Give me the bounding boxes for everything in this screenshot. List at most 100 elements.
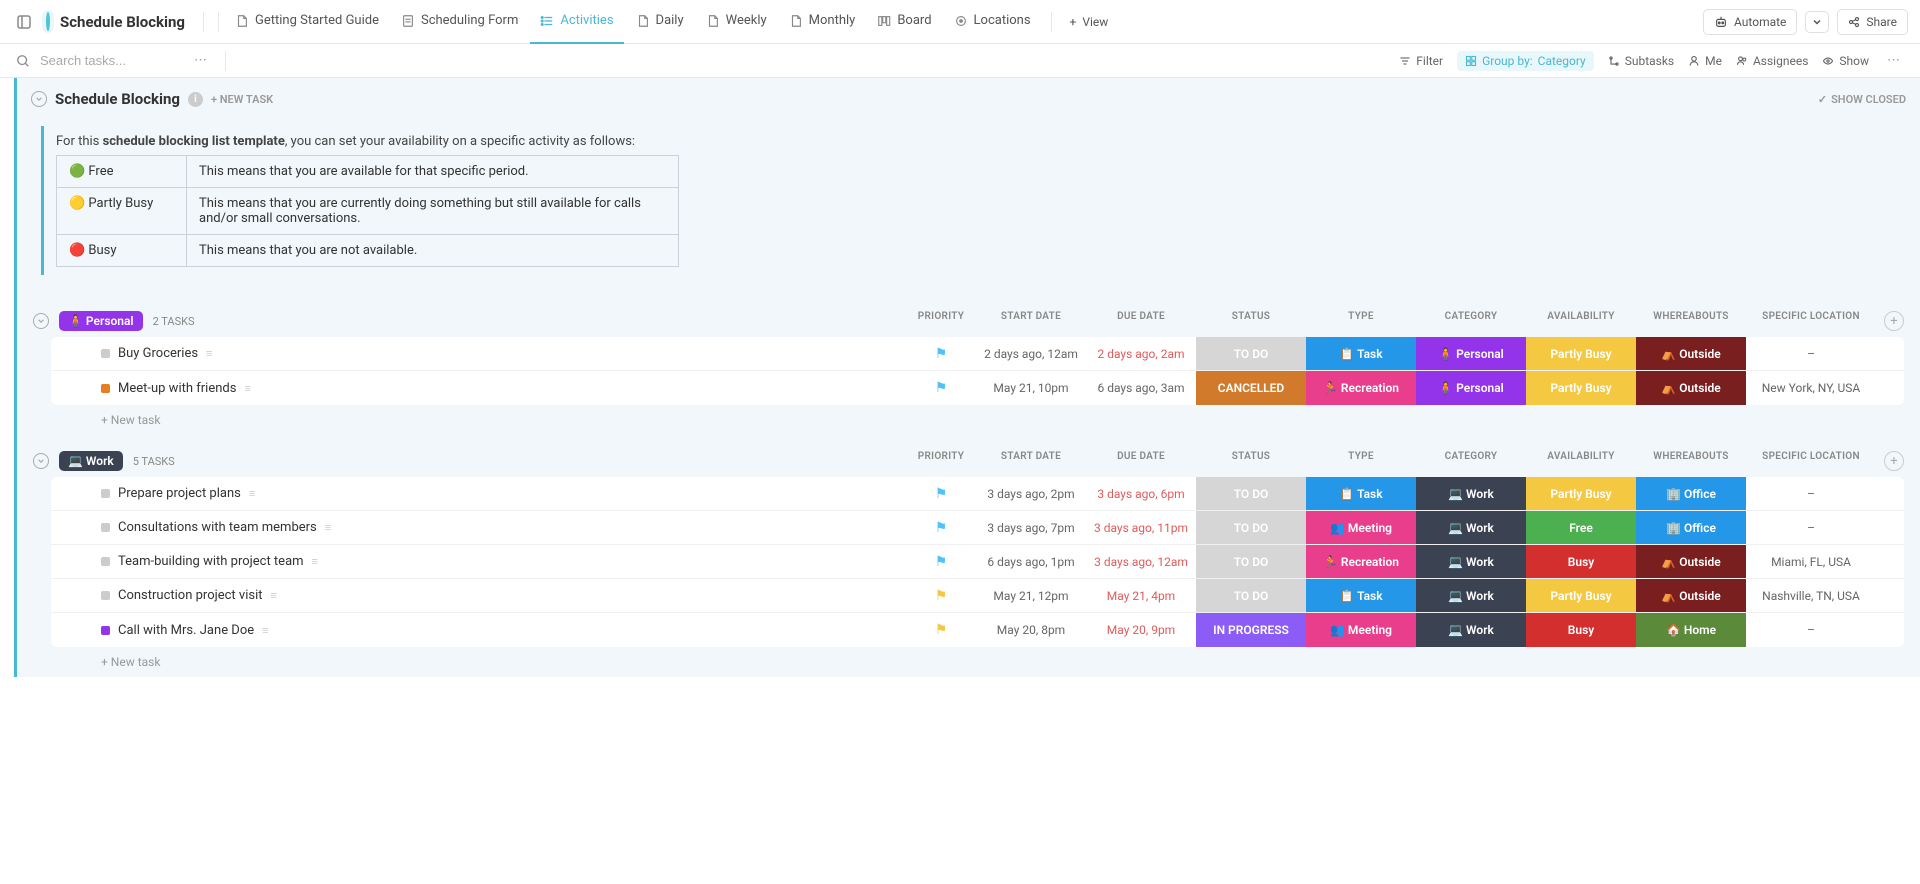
due-date-cell[interactable]: 3 days ago, 12am — [1086, 545, 1196, 578]
priority-cell[interactable]: ⚑ — [906, 371, 976, 405]
task-row[interactable]: Team-building with project team≡⚑6 days … — [51, 545, 1904, 579]
location-cell[interactable]: – — [1746, 477, 1876, 510]
category-cell[interactable]: 💻 Work — [1416, 579, 1526, 612]
task-menu-icon[interactable]: ≡ — [206, 347, 212, 360]
tab-locations[interactable]: Locations — [944, 0, 1041, 44]
availability-cell[interactable]: Partly Busy — [1526, 477, 1636, 510]
category-cell[interactable]: 💻 Work — [1416, 511, 1526, 544]
due-date-cell[interactable]: May 21, 4pm — [1086, 579, 1196, 612]
location-cell[interactable]: Miami, FL, USA — [1746, 545, 1876, 578]
new-task-button[interactable]: + New task — [51, 405, 1914, 435]
availability-cell[interactable]: Partly Busy — [1526, 579, 1636, 612]
share-button[interactable]: Share — [1837, 9, 1908, 35]
task-menu-icon[interactable]: ≡ — [249, 487, 255, 500]
status-cell[interactable]: TO DO — [1196, 511, 1306, 544]
type-cell[interactable]: 👥 Meeting — [1306, 613, 1416, 647]
task-row[interactable]: Construction project visit≡⚑May 21, 12pm… — [51, 579, 1904, 613]
task-menu-icon[interactable]: ≡ — [271, 589, 277, 602]
more-options-button[interactable]: ⋯ — [1883, 53, 1904, 68]
start-date-cell[interactable]: May 20, 8pm — [976, 613, 1086, 647]
show-closed-button[interactable]: ✓ SHOW CLOSED — [1818, 93, 1906, 106]
add-column-button[interactable]: + — [1884, 451, 1904, 471]
task-menu-icon[interactable]: ≡ — [244, 382, 250, 395]
start-date-cell[interactable]: 6 days ago, 1pm — [976, 545, 1086, 578]
search-options-button[interactable]: ⋯ — [190, 53, 211, 68]
task-menu-icon[interactable]: ≡ — [312, 555, 318, 568]
collapse-list-button[interactable] — [31, 91, 47, 107]
automate-dropdown[interactable] — [1805, 11, 1829, 33]
me-button[interactable]: Me — [1688, 54, 1722, 68]
new-task-button[interactable]: + New task — [51, 647, 1914, 677]
status-cell[interactable]: TO DO — [1196, 477, 1306, 510]
priority-cell[interactable]: ⚑ — [906, 613, 976, 647]
filter-button[interactable]: Filter — [1399, 54, 1443, 68]
start-date-cell[interactable]: 3 days ago, 7pm — [976, 511, 1086, 544]
collapse-group-button[interactable] — [33, 453, 49, 469]
group-badge[interactable]: 🧍 Personal — [59, 311, 143, 331]
whereabouts-cell[interactable]: ⛺ Outside — [1636, 337, 1746, 370]
task-menu-icon[interactable]: ≡ — [325, 521, 331, 534]
priority-cell[interactable]: ⚑ — [906, 337, 976, 370]
status-square-icon[interactable] — [101, 384, 110, 393]
sidebar-toggle-icon[interactable] — [12, 10, 36, 34]
location-cell[interactable]: Nashville, TN, USA — [1746, 579, 1876, 612]
type-cell[interactable]: 📋 Task — [1306, 337, 1416, 370]
subtasks-button[interactable]: Subtasks — [1608, 54, 1674, 68]
automate-button[interactable]: Automate — [1703, 9, 1797, 35]
availability-cell[interactable]: Busy — [1526, 613, 1636, 647]
category-cell[interactable]: 💻 Work — [1416, 545, 1526, 578]
status-square-icon[interactable] — [101, 557, 110, 566]
workspace-logo[interactable] — [42, 10, 54, 33]
task-row[interactable]: Buy Groceries≡⚑2 days ago, 12am2 days ag… — [51, 337, 1904, 371]
whereabouts-cell[interactable]: ⛺ Outside — [1636, 579, 1746, 612]
status-cell[interactable]: TO DO — [1196, 545, 1306, 578]
category-cell[interactable]: 🧍 Personal — [1416, 337, 1526, 370]
task-row[interactable]: Prepare project plans≡⚑3 days ago, 2pm3 … — [51, 477, 1904, 511]
whereabouts-cell[interactable]: 🏢 Office — [1636, 511, 1746, 544]
availability-cell[interactable]: Free — [1526, 511, 1636, 544]
start-date-cell[interactable]: May 21, 12pm — [976, 579, 1086, 612]
type-cell[interactable]: 🏃 Recreation — [1306, 371, 1416, 405]
status-cell[interactable]: IN PROGRESS — [1196, 613, 1306, 647]
type-cell[interactable]: 📋 Task — [1306, 477, 1416, 510]
due-date-cell[interactable]: 3 days ago, 11pm — [1086, 511, 1196, 544]
priority-cell[interactable]: ⚑ — [906, 545, 976, 578]
category-cell[interactable]: 💻 Work — [1416, 477, 1526, 510]
status-square-icon[interactable] — [101, 349, 110, 358]
status-square-icon[interactable] — [101, 523, 110, 532]
status-square-icon[interactable] — [101, 489, 110, 498]
status-square-icon[interactable] — [101, 626, 110, 635]
search-input[interactable] — [40, 53, 180, 68]
tab-daily[interactable]: Daily — [626, 0, 694, 44]
category-cell[interactable]: 🧍 Personal — [1416, 371, 1526, 405]
info-icon[interactable]: i — [188, 92, 203, 107]
priority-cell[interactable]: ⚑ — [906, 579, 976, 612]
location-cell[interactable]: – — [1746, 511, 1876, 544]
status-square-icon[interactable] — [101, 591, 110, 600]
type-cell[interactable]: 🏃 Recreation — [1306, 545, 1416, 578]
start-date-cell[interactable]: 3 days ago, 2pm — [976, 477, 1086, 510]
add-view-button[interactable]: + View — [1062, 10, 1117, 34]
assignees-button[interactable]: Assignees — [1736, 54, 1808, 68]
task-row[interactable]: Call with Mrs. Jane Doe≡⚑May 20, 8pmMay … — [51, 613, 1904, 647]
task-row[interactable]: Meet-up with friends≡⚑May 21, 10pm6 days… — [51, 371, 1904, 405]
location-cell[interactable]: New York, NY, USA — [1746, 371, 1876, 405]
type-cell[interactable]: 📋 Task — [1306, 579, 1416, 612]
tab-activities[interactable]: Activities — [530, 0, 623, 44]
whereabouts-cell[interactable]: 🏢 Office — [1636, 477, 1746, 510]
collapse-group-button[interactable] — [33, 313, 49, 329]
header-new-task-button[interactable]: + NEW TASK — [211, 93, 273, 106]
due-date-cell[interactable]: 6 days ago, 3am — [1086, 371, 1196, 405]
availability-cell[interactable]: Busy — [1526, 545, 1636, 578]
whereabouts-cell[interactable]: 🏠 Home — [1636, 613, 1746, 647]
task-row[interactable]: Consultations with team members≡⚑3 days … — [51, 511, 1904, 545]
priority-cell[interactable]: ⚑ — [906, 511, 976, 544]
whereabouts-cell[interactable]: ⛺ Outside — [1636, 371, 1746, 405]
availability-cell[interactable]: Partly Busy — [1526, 371, 1636, 405]
groupby-button[interactable]: Group by: Category — [1457, 51, 1594, 71]
tab-weekly[interactable]: Weekly — [696, 0, 777, 44]
tab-scheduling-form[interactable]: Scheduling Form — [391, 0, 528, 44]
add-column-button[interactable]: + — [1884, 311, 1904, 331]
due-date-cell[interactable]: 2 days ago, 2am — [1086, 337, 1196, 370]
tab-monthly[interactable]: Monthly — [779, 0, 866, 44]
